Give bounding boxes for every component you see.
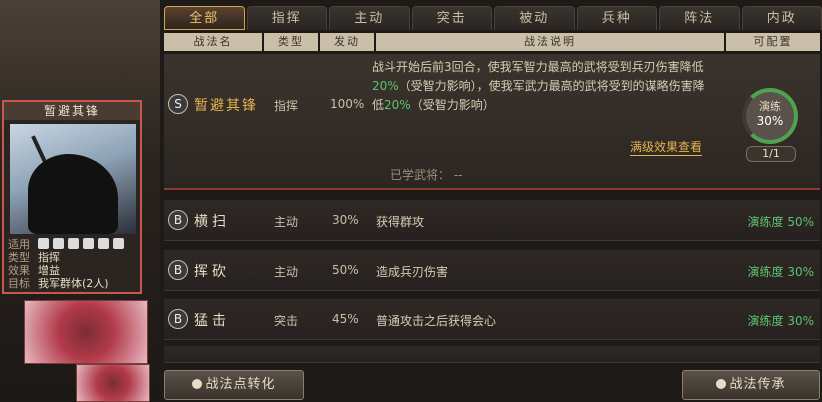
tactic-card[interactable]: 暂避其锋 适用 类型 指挥 效果 增益 目标 我军群体(2人): [2, 100, 142, 294]
header-desc: 战法说明: [376, 33, 724, 51]
grade-badge: B: [168, 260, 188, 280]
tactic-description: 战斗开始后前3回合，使我军智力最高的武将受到兵刃伤害降低20%（受智力影响），使…: [372, 58, 712, 115]
gear-icon: [113, 238, 124, 249]
header-rate[interactable]: 发动: [320, 33, 374, 51]
table-header: 战法名 类型 发动 战法说明 可配置: [164, 33, 820, 51]
card-art: [10, 124, 136, 234]
warrior-silhouette: [28, 154, 118, 234]
tactic-row[interactable]: [164, 346, 820, 363]
learned-generals: 已学武将： --: [390, 166, 463, 183]
tab-active[interactable]: 主动: [329, 6, 410, 30]
tactic-name: 暂避其锋: [194, 95, 258, 115]
tactic-rate: 30%: [332, 213, 359, 227]
shield-icon: [68, 238, 79, 249]
practice-progress: 演练度 30%: [748, 263, 815, 280]
card-title: 暂避其锋: [4, 102, 140, 120]
shield-icon: [53, 238, 64, 249]
tactic-description: 造成兵刃伤害: [376, 263, 448, 280]
selected-tactic-row[interactable]: S 暂避其锋 指挥 100% 战斗开始后前3回合，使我军智力最高的武将受到兵刃伤…: [164, 54, 820, 190]
tactic-type: 突击: [274, 312, 298, 329]
grade-badge: B: [168, 309, 188, 329]
tactic-thumbnail[interactable]: [24, 300, 148, 364]
practice-progress: 演练度 30%: [748, 312, 815, 329]
tactic-row[interactable]: B 挥砍 主动 50% 造成兵刃伤害 演练度 30%: [164, 250, 820, 291]
tab-internal[interactable]: 内政: [742, 6, 822, 30]
header-type[interactable]: 类型: [264, 33, 318, 51]
tactic-rate: 45%: [332, 312, 359, 326]
category-tabs: 全部 指挥 主动 突击 被动 兵种 阵法 内政: [164, 6, 822, 30]
tactic-type: 指挥: [274, 97, 298, 114]
card-info: 适用 类型 指挥 效果 增益 目标 我军群体(2人): [8, 238, 124, 290]
tactic-name: 猛击: [194, 310, 230, 330]
tab-passive[interactable]: 被动: [494, 6, 575, 30]
tactic-rate: 50%: [332, 263, 359, 277]
tactic-row[interactable]: B 猛击 突击 45% 普通攻击之后获得会心 演练度 30%: [164, 299, 820, 340]
hammer-icon: [716, 379, 726, 389]
grade-badge: S: [168, 94, 188, 114]
header-name[interactable]: 战法名: [164, 33, 262, 51]
practice-progress: 演练度 50%: [748, 213, 815, 230]
practice-count: 1/1: [746, 146, 796, 162]
inherit-tactic-button[interactable]: 战法传承: [682, 370, 820, 400]
tab-assault[interactable]: 突击: [412, 6, 493, 30]
spear-icon: [98, 238, 109, 249]
tab-troop[interactable]: 兵种: [577, 6, 658, 30]
tab-all[interactable]: 全部: [164, 6, 245, 30]
grade-badge: B: [168, 210, 188, 230]
cavalry-icon: [38, 238, 49, 249]
practice-progress-ring[interactable]: 演练 30%: [742, 88, 798, 144]
tab-formation[interactable]: 阵法: [659, 6, 740, 30]
crossed-swords-icon: [83, 238, 94, 249]
tactic-name: 横扫: [194, 211, 230, 231]
max-level-effect-link[interactable]: 满级效果查看: [630, 138, 702, 156]
tactic-type: 主动: [274, 263, 298, 280]
tactic-type: 主动: [274, 213, 298, 230]
header-config[interactable]: 可配置: [726, 33, 820, 51]
convert-points-button[interactable]: 战法点转化: [164, 370, 304, 400]
tactic-row[interactable]: B 横扫 主动 30% 获得群攻 演练度 50%: [164, 200, 820, 241]
tactic-description: 普通攻击之后获得会心: [376, 312, 496, 329]
unit-type-icons: [38, 238, 124, 251]
tactic-thumbnail[interactable]: [76, 364, 150, 402]
tab-command[interactable]: 指挥: [247, 6, 328, 30]
point-icon: [192, 379, 202, 389]
tactic-description: 获得群攻: [376, 213, 424, 230]
tactic-rate: 100%: [330, 97, 364, 111]
tactic-name: 挥砍: [194, 261, 230, 281]
